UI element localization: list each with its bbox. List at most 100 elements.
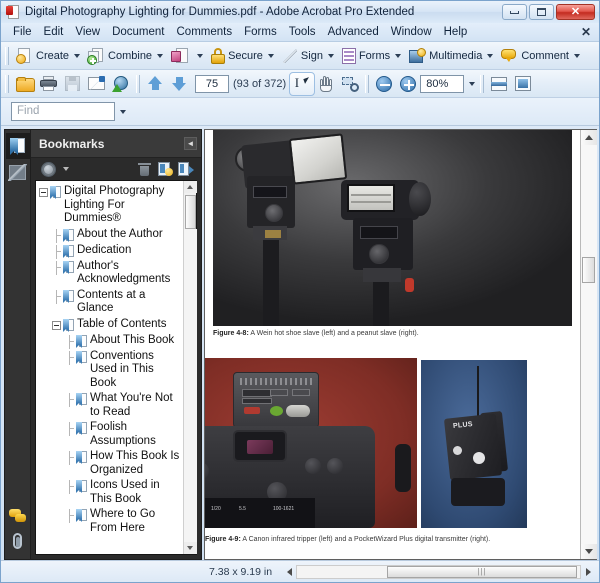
- email-button[interactable]: [84, 73, 108, 95]
- comment-button[interactable]: Comment: [497, 46, 584, 65]
- forms-button[interactable]: Forms: [338, 46, 405, 66]
- close-button[interactable]: ✕: [556, 4, 595, 20]
- sidebar-item-bookmarks[interactable]: [5, 133, 30, 159]
- bookmark-item[interactable]: Where to Go From Here: [38, 507, 183, 536]
- chevron-down-icon[interactable]: [327, 53, 334, 58]
- bookmark-options-button[interactable]: [39, 160, 57, 178]
- fit-page-button[interactable]: [511, 73, 535, 95]
- scrollbar-thumb[interactable]: [581, 257, 595, 283]
- chevron-down-icon[interactable]: [267, 53, 274, 58]
- chevron-down-icon[interactable]: [74, 53, 81, 58]
- flash-right-foot: [363, 268, 401, 282]
- bookmark-item[interactable]: What You're Not to Read: [38, 391, 183, 420]
- bookmark-item[interactable]: About This Book: [38, 333, 183, 349]
- print-button[interactable]: [36, 73, 60, 95]
- zoom-out-button[interactable]: [372, 73, 396, 95]
- bookmark-item[interactable]: Table of Contents: [38, 317, 183, 333]
- scroll-down-button[interactable]: [580, 544, 597, 559]
- bookmark-item[interactable]: Digital Photography Lighting For Dummies…: [38, 184, 183, 227]
- bookmark-item[interactable]: How This Book Is Organized: [38, 449, 183, 478]
- menu-view[interactable]: View: [69, 24, 106, 40]
- new-bookmark-button[interactable]: [177, 160, 195, 178]
- previous-page-button[interactable]: [143, 73, 167, 95]
- sidebar-item-comments[interactable]: [6, 503, 30, 529]
- toolbar-grip[interactable]: [5, 46, 9, 65]
- menu-window[interactable]: Window: [385, 24, 438, 40]
- page-number-input[interactable]: 75: [195, 74, 229, 93]
- close-document-button[interactable]: ✕: [581, 25, 591, 39]
- hand-tool-button[interactable]: [314, 73, 338, 95]
- menu-edit[interactable]: Edit: [38, 24, 70, 40]
- bookmark-options-dropdown[interactable]: [60, 160, 70, 178]
- bookmark-item[interactable]: Contents at a Glance: [38, 288, 183, 317]
- multimedia-button[interactable]: Multimedia: [405, 46, 497, 66]
- scroll-right-button[interactable]: [581, 565, 595, 579]
- bookmark-item[interactable]: Dedication: [38, 243, 183, 259]
- toolbar-grip[interactable]: [5, 74, 9, 93]
- menu-advanced[interactable]: Advanced: [322, 24, 385, 40]
- toolbar-grip[interactable]: [136, 74, 140, 93]
- collapse-toggle-icon[interactable]: [51, 319, 62, 332]
- scrollbar-track[interactable]: [183, 229, 197, 542]
- chevron-down-icon[interactable]: [574, 53, 580, 58]
- create-button[interactable]: Create: [12, 46, 84, 66]
- forms-icon: [341, 47, 356, 64]
- fit-width-button[interactable]: [487, 73, 511, 95]
- zoom-dropdown-button[interactable]: [464, 75, 477, 93]
- bookmarks-scrollbar[interactable]: [183, 181, 197, 554]
- scroll-up-button[interactable]: [580, 130, 597, 145]
- maximize-button[interactable]: [529, 4, 554, 20]
- document-vertical-scrollbar[interactable]: [580, 130, 597, 559]
- menu-help[interactable]: Help: [438, 24, 474, 40]
- chevron-down-icon[interactable]: [487, 53, 494, 58]
- upload-button[interactable]: [108, 73, 132, 95]
- sign-button[interactable]: Sign: [278, 46, 338, 66]
- triangle-up-icon: [187, 185, 193, 189]
- scroll-left-button[interactable]: [282, 565, 296, 579]
- search-input[interactable]: Find: [11, 102, 115, 121]
- collapse-panel-button[interactable]: ◄: [184, 137, 197, 150]
- minimize-button[interactable]: [502, 4, 527, 20]
- find-options-button[interactable]: [115, 102, 129, 121]
- document-horizontal-scrollbar[interactable]: |||: [282, 564, 595, 579]
- scroll-down-button[interactable]: [183, 542, 197, 554]
- menu-document[interactable]: Document: [106, 24, 170, 40]
- expand-current-bookmark-button[interactable]: [156, 160, 174, 178]
- bookmark-item[interactable]: Icons Used in This Book: [38, 478, 183, 507]
- export-button[interactable]: [167, 46, 207, 66]
- bookmark-item[interactable]: About the Author: [38, 227, 183, 243]
- scroll-up-button[interactable]: [183, 181, 197, 193]
- bookmarks-tree[interactable]: Digital Photography Lighting For Dummies…: [36, 181, 183, 554]
- menu-tools[interactable]: Tools: [283, 24, 322, 40]
- secure-button[interactable]: Secure: [207, 46, 278, 66]
- sidebar-item-attachments[interactable]: [6, 529, 30, 555]
- zoom-in-button[interactable]: [396, 73, 420, 95]
- bookmark-icon: [63, 260, 74, 274]
- combine-button[interactable]: Combine: [84, 46, 167, 66]
- collapse-toggle-icon[interactable]: [38, 186, 49, 199]
- marquee-zoom-button[interactable]: [338, 73, 362, 95]
- toolbar-grip[interactable]: [480, 74, 485, 93]
- bookmark-item[interactable]: Foolish Assumptions: [38, 420, 183, 449]
- toolbar-grip[interactable]: [365, 74, 370, 93]
- page-canvas[interactable]: Figure 4-8: A Wein hot shoe slave (left)…: [205, 130, 580, 559]
- menu-file[interactable]: File: [7, 24, 38, 40]
- zoom-level-input[interactable]: 80%: [420, 74, 465, 93]
- delete-bookmark-button[interactable]: [135, 160, 153, 178]
- bookmark-label: Contents at a Glance: [77, 288, 146, 315]
- open-button[interactable]: [12, 73, 36, 95]
- bookmark-item[interactable]: Conventions Used in This Book: [38, 349, 183, 392]
- menu-forms[interactable]: Forms: [238, 24, 283, 40]
- next-page-button[interactable]: [167, 73, 191, 95]
- scrollbar-track[interactable]: |||: [296, 564, 581, 579]
- scrollbar-thumb[interactable]: |||: [387, 565, 578, 578]
- scrollbar-thumb[interactable]: [184, 195, 196, 229]
- sidebar-item-signatures[interactable]: [6, 159, 30, 185]
- select-tool-button[interactable]: I: [289, 71, 316, 96]
- chevron-down-icon[interactable]: [157, 53, 164, 58]
- chevron-down-icon[interactable]: [395, 53, 402, 58]
- chevron-down-icon[interactable]: [197, 53, 204, 58]
- menu-comments[interactable]: Comments: [171, 24, 239, 40]
- bookmark-item[interactable]: Author's Acknowledgments: [38, 259, 183, 288]
- scrollbar-track[interactable]: [580, 145, 597, 544]
